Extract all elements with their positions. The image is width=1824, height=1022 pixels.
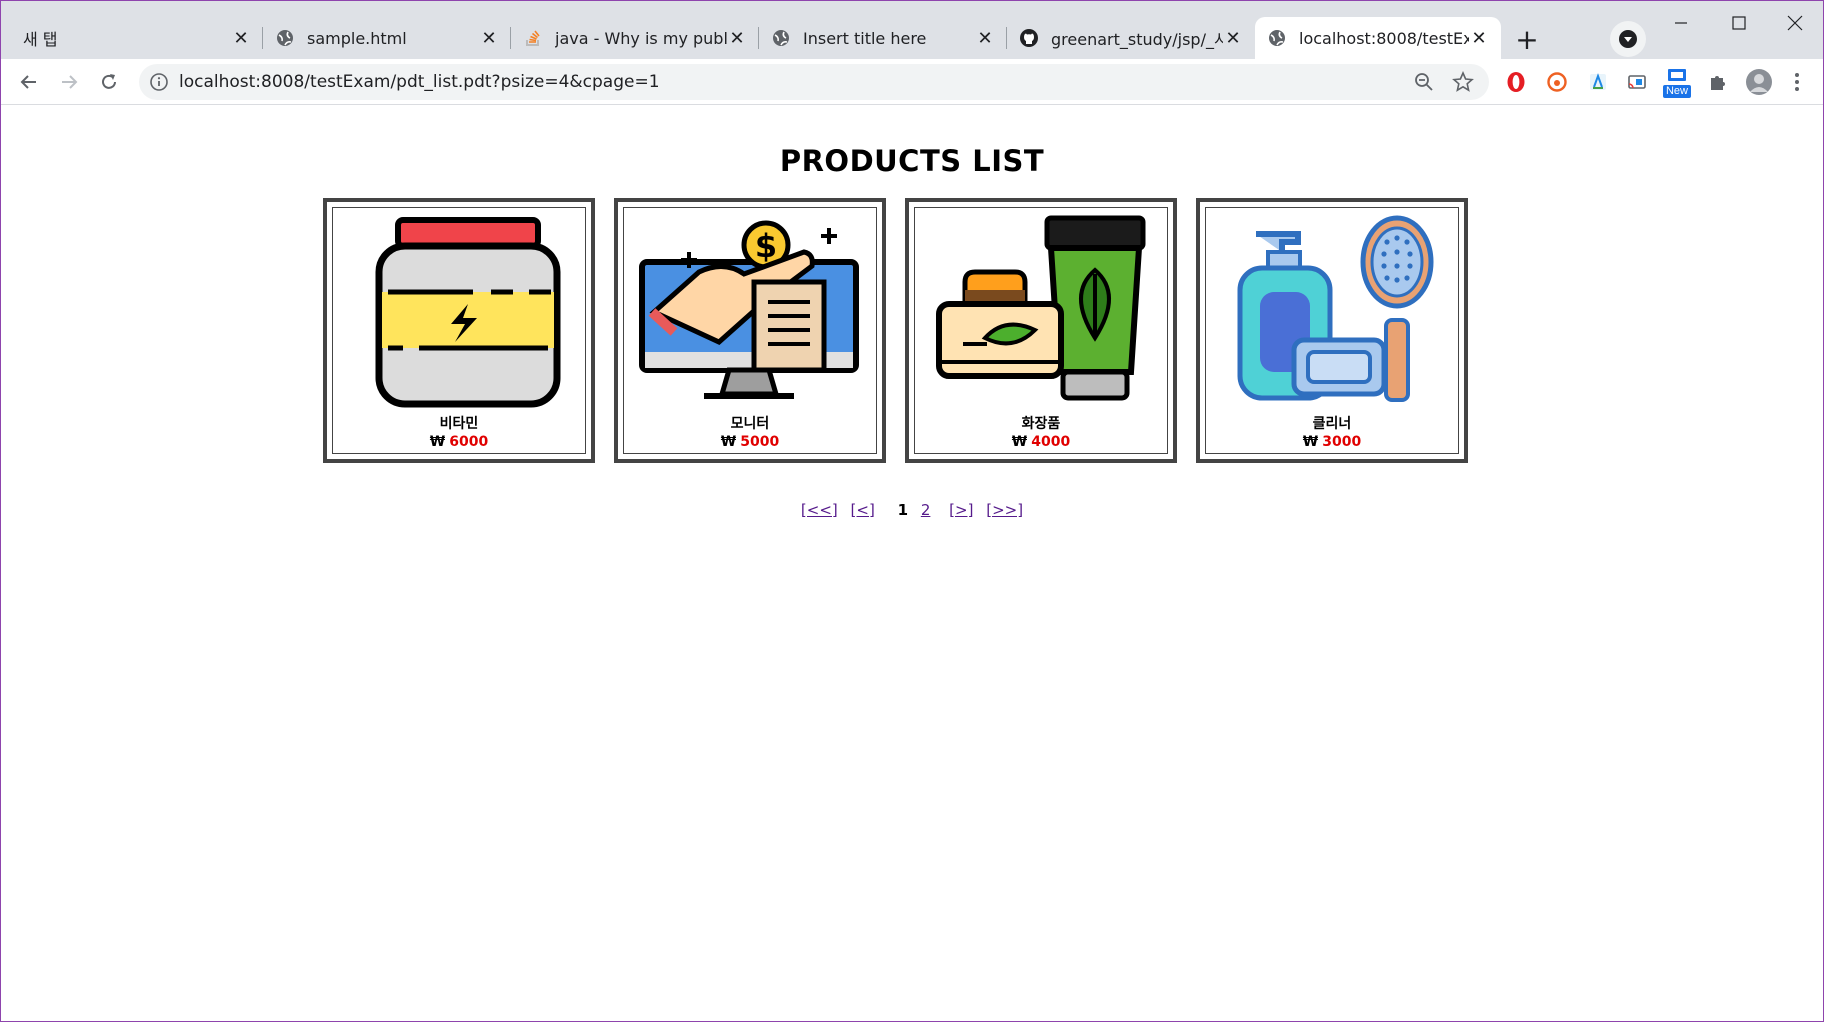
close-icon[interactable]: ✕ bbox=[1223, 28, 1243, 49]
price-value: 4000 bbox=[1031, 434, 1071, 450]
page-content: PRODUCTS LIST 비타민 ₩6000 $ 모니터 ₩ 5000 화장품… bbox=[1, 106, 1823, 1021]
back-button[interactable] bbox=[11, 64, 47, 100]
minimize-icon bbox=[1675, 22, 1687, 24]
puzzle-icon[interactable] bbox=[1707, 71, 1729, 93]
product-card[interactable]: 클리너 ₩3000 bbox=[1196, 198, 1468, 463]
globe-icon bbox=[771, 28, 791, 48]
product-card[interactable]: 비타민 ₩6000 bbox=[323, 198, 595, 463]
vitamin-jar-icon[interactable] bbox=[343, 212, 573, 408]
tab-title: sample.html bbox=[307, 28, 407, 48]
page-title: PRODUCTS LIST bbox=[779, 144, 1045, 178]
arrow-left-icon bbox=[20, 75, 36, 89]
close-icon[interactable]: ✕ bbox=[727, 28, 747, 49]
cast-extension-icon[interactable] bbox=[1626, 71, 1648, 93]
browser-toolbar: localhost:8008/testExam/pdt_list.pdt?psi… bbox=[1, 59, 1823, 105]
product-name: 모니터 bbox=[730, 416, 770, 432]
close-icon[interactable]: ✕ bbox=[975, 28, 995, 49]
product-price: ₩4000 bbox=[915, 434, 1167, 450]
product-price: ₩6000 bbox=[333, 434, 585, 450]
pager-prev-link[interactable]: [<] bbox=[851, 501, 875, 519]
zoom-out-icon[interactable] bbox=[1414, 72, 1434, 92]
product-name: 화장품 bbox=[1021, 416, 1061, 432]
price-value: 3000 bbox=[1322, 434, 1362, 450]
maximize-icon bbox=[1732, 16, 1746, 30]
product-name: 비타민 bbox=[439, 416, 479, 432]
screen-icon bbox=[1668, 68, 1686, 81]
more-menu-icon[interactable] bbox=[1786, 71, 1808, 93]
pager-last-link[interactable]: [>>] bbox=[986, 501, 1023, 519]
tab-title: greenart_study/jsp/_시험 bbox=[1051, 30, 1223, 49]
tab-new-tab[interactable]: 새 탭 ✕ bbox=[11, 17, 263, 59]
close-icon[interactable]: ✕ bbox=[479, 28, 499, 49]
new-extension-icon[interactable]: New bbox=[1661, 65, 1693, 99]
close-icon bbox=[1787, 15, 1803, 31]
product-name: 클리너 bbox=[1312, 416, 1352, 432]
product-card[interactable]: 화장품 ₩4000 bbox=[905, 198, 1177, 463]
opera-extension-icon[interactable] bbox=[1505, 71, 1527, 93]
tab-github[interactable]: greenart_study/jsp/_시험 ✕ bbox=[1007, 17, 1255, 59]
tab-localhost-active[interactable]: localhost:8008/testExam/ ✕ bbox=[1255, 17, 1501, 59]
price-value: 6000 bbox=[449, 434, 489, 450]
stackoverflow-icon bbox=[523, 28, 543, 48]
tab-search-button[interactable] bbox=[1610, 21, 1646, 57]
bitly-extension-icon[interactable] bbox=[1546, 71, 1568, 93]
product-card[interactable]: $ 모니터 ₩5000 bbox=[614, 198, 886, 463]
minimize-button[interactable] bbox=[1653, 5, 1709, 41]
close-icon[interactable]: ✕ bbox=[1469, 28, 1489, 49]
product-card-inner: $ 모니터 ₩5000 bbox=[623, 207, 877, 454]
currency-symbol: ₩ bbox=[429, 434, 446, 450]
globe-icon bbox=[1267, 28, 1287, 48]
svg-text:$: $ bbox=[755, 227, 777, 265]
pager-current-page: 1 bbox=[897, 501, 909, 519]
tab-title: Insert title here bbox=[803, 28, 927, 48]
pager-first-link[interactable]: [<<] bbox=[801, 501, 838, 519]
feed-extension-icon[interactable] bbox=[1587, 71, 1609, 93]
product-price: ₩5000 bbox=[624, 434, 876, 450]
monitor-shopping-icon[interactable]: $ bbox=[634, 212, 864, 408]
new-tab-button[interactable]: + bbox=[1509, 21, 1545, 57]
address-bar[interactable]: localhost:8008/testExam/pdt_list.pdt?psi… bbox=[139, 64, 1489, 100]
window-close-button[interactable] bbox=[1767, 5, 1823, 41]
tab-insert-title[interactable]: Insert title here ✕ bbox=[759, 17, 1007, 59]
reload-icon bbox=[102, 74, 116, 89]
browser-window: 새 탭 ✕ sample.html ✕ java - Why is my pub… bbox=[0, 0, 1824, 1022]
tab-stackoverflow[interactable]: java - Why is my publish ✕ bbox=[511, 17, 759, 59]
product-price: ₩3000 bbox=[1206, 434, 1458, 450]
currency-symbol: ₩ bbox=[1011, 434, 1028, 450]
price-value: 5000 bbox=[740, 434, 780, 450]
github-icon bbox=[1019, 28, 1039, 48]
cosmetics-icon[interactable] bbox=[925, 212, 1155, 408]
reload-button[interactable] bbox=[91, 64, 127, 100]
product-card-inner: 클리너 ₩3000 bbox=[1205, 207, 1459, 454]
new-badge: New bbox=[1662, 84, 1691, 98]
tab-strip: 새 탭 ✕ sample.html ✕ java - Why is my pub… bbox=[1, 1, 1823, 59]
tab-title: java - Why is my publish bbox=[555, 28, 727, 48]
forward-button[interactable] bbox=[51, 64, 87, 100]
product-card-inner: 비타민 ₩6000 bbox=[332, 207, 586, 454]
pager-page-2-link[interactable]: 2 bbox=[921, 501, 931, 519]
avatar[interactable] bbox=[1743, 66, 1775, 98]
globe-icon bbox=[275, 28, 295, 48]
product-card-inner: 화장품 ₩4000 bbox=[914, 207, 1168, 454]
currency-symbol: ₩ bbox=[720, 434, 737, 450]
star-icon[interactable] bbox=[1452, 71, 1474, 93]
info-icon[interactable] bbox=[149, 72, 169, 92]
close-icon[interactable]: ✕ bbox=[231, 28, 251, 49]
arrow-right-icon bbox=[62, 75, 78, 89]
maximize-button[interactable] bbox=[1711, 5, 1767, 41]
url-text[interactable]: localhost:8008/testExam/pdt_list.pdt?psi… bbox=[179, 64, 660, 100]
currency-symbol: ₩ bbox=[1302, 434, 1319, 450]
pagination: [<<] [<] 1 2 [>] [>>] bbox=[1, 501, 1823, 519]
tab-title: localhost:8008/testExam/ bbox=[1299, 28, 1469, 48]
tab-title: 새 탭 bbox=[23, 30, 58, 49]
tab-sample-html[interactable]: sample.html ✕ bbox=[263, 17, 511, 59]
cleaner-icon[interactable] bbox=[1216, 212, 1446, 408]
chevron-down-icon bbox=[1619, 30, 1637, 48]
pager-next-link[interactable]: [>] bbox=[949, 501, 973, 519]
